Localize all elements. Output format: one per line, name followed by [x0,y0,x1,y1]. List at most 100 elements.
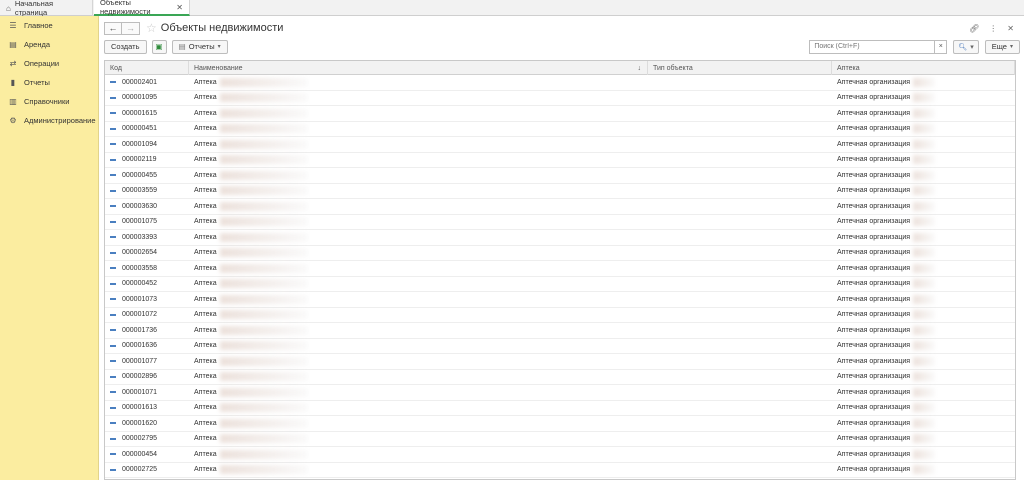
table-row[interactable]: 000000451 Аптека Аптечная организация [105,122,1015,137]
item-marker-icon [110,391,116,394]
cell-type [648,199,832,214]
cell-code: 000002896 [105,370,189,385]
cell-name-text: Аптека [194,187,217,195]
cell-pharmacy: Аптечная организация [832,432,1015,447]
tab-home[interactable]: ⌂ Начальная страница [0,0,93,17]
table-row[interactable]: 000001636 Аптека Аптечная организация [105,339,1015,354]
cell-pharmacy: Аптечная организация [832,339,1015,354]
item-marker-icon [110,329,116,332]
column-header-code[interactable]: Код [105,61,189,75]
table-row[interactable]: 000002795 Аптека Аптечная организация [105,432,1015,447]
cell-name: Аптека [189,199,648,214]
column-header-pharmacy[interactable]: Аптека [832,61,1015,75]
sidebar-item-reports[interactable]: ▮ Отчеты [0,73,98,92]
sidebar-item-main[interactable]: ☰ Главное [0,16,98,35]
cell-type [648,153,832,168]
table-row[interactable]: 000001615 Аптека Аптечная организация [105,106,1015,122]
home-icon: ⌂ [6,3,11,13]
export-button[interactable]: ▣ [151,39,167,54]
create-button[interactable]: Создать [104,39,147,54]
table-body: 000002401 Аптека Аптечная организация 00000… [105,75,1015,478]
search-button[interactable]: 🔍︎ ▾ [953,39,979,54]
close-icon[interactable]: ✕ [1007,24,1014,33]
cell-type [648,137,832,152]
sidebar-item-label: Операции [24,59,60,68]
tab-bar: ⌂ Начальная страница Объекты недвижимост… [0,0,1024,17]
item-marker-icon [110,236,116,239]
forward-button[interactable]: → [122,21,140,35]
table-row[interactable]: 000001075 Аптека Аптечная организация [105,215,1015,230]
close-tab-icon[interactable]: ✕ [176,3,183,12]
cell-pharmacy-text: Аптечная организация [837,450,911,458]
cell-pharmacy: Аптечная организация [832,153,1015,168]
item-marker-icon [110,468,116,471]
cell-name: Аптека [189,323,648,338]
sidebar-item-references[interactable]: ▥ Справочники [0,92,98,111]
cell-code-text: 000002896 [122,373,158,381]
table-row[interactable]: 000001077 Аптека Аптечная организация [105,354,1015,370]
table-row[interactable]: 000003393 Аптека Аптечная организация [105,230,1015,246]
column-header-name[interactable]: Наименование ↓ [189,61,648,75]
tab-real-estate[interactable]: Объекты недвижимости ✕ [94,0,190,16]
sidebar-item-operations[interactable]: ⇄ Операции [0,54,98,73]
table-row[interactable]: 000003630 Аптека Аптечная организация [105,199,1015,215]
cell-code: 000001620 [105,416,189,431]
table-row[interactable]: 000000452 Аптека Аптечная организация [105,277,1015,292]
redacted-text [913,201,936,211]
table-row[interactable]: 000000454 Аптека Аптечная организация [105,447,1015,463]
clear-search-icon[interactable]: × [935,39,948,54]
redacted-text [913,77,936,87]
table-row[interactable]: 000000455 Аптека Аптечная организация [105,168,1015,184]
sidebar-item-rent[interactable]: ▤ Аренда [0,35,98,54]
cell-pharmacy: Аптечная организация [832,168,1015,183]
table-row[interactable]: 000002896 Аптека Аптечная организация [105,370,1015,385]
table-row[interactable]: 000002119 Аптека Аптечная организация [105,153,1015,168]
table-row[interactable]: 000001071 Аптека Аптечная организация [105,385,1015,401]
cell-code: 000001613 [105,401,189,416]
link-icon[interactable]: 🔗︎ [969,24,979,33]
table-header: Код Наименование ↓ Тип объекта Аптека [105,61,1015,75]
table-row[interactable]: 000002654 Аптека Аптечная организация [105,246,1015,261]
redacted-text [219,387,308,397]
redacted-text [913,372,936,382]
reports-button[interactable]: ▤ Отчеты ▾ [171,39,228,54]
cell-pharmacy: Аптечная организация [832,308,1015,323]
cell-type [648,261,832,276]
table-row[interactable]: 000002401 Аптека Аптечная организация [105,75,1015,91]
favorite-star-icon[interactable]: ☆ [146,21,157,35]
cell-code-text: 000001075 [122,218,158,226]
item-marker-icon [110,453,116,456]
redacted-text [219,108,308,118]
cell-name-text: Аптека [194,109,217,117]
table-row[interactable]: 000003558 Аптека Аптечная организация [105,261,1015,277]
cell-code-text: 000001073 [122,295,158,303]
column-header-type[interactable]: Тип объекта [648,61,832,75]
item-marker-icon [110,189,116,192]
cell-name-text: Аптека [194,233,217,241]
more-vertical-icon[interactable]: ⋮ [989,24,997,33]
search-input[interactable] [809,39,936,54]
cell-name-text: Аптека [194,435,217,443]
bar-chart-icon: ▮ [10,78,16,87]
table-row[interactable]: 000001072 Аптека Аптечная организация [105,308,1015,323]
cell-code-text: 000003630 [122,202,158,210]
back-button[interactable]: ← [104,21,122,35]
table-row[interactable]: 000001094 Аптека Аптечная организация [105,137,1015,153]
table-row[interactable]: 000001073 Аптека Аптечная организация [105,292,1015,308]
sidebar-item-admin[interactable]: ⚙ Администрирование [0,111,98,130]
table-row[interactable]: 000001620 Аптека Аптечная организация [105,416,1015,432]
table-row[interactable]: 000001095 Аптека Аптечная организация [105,91,1015,106]
table-row[interactable]: 000003559 Аптека Аптечная организация [105,184,1015,199]
item-marker-icon [110,251,116,254]
cell-name: Аптека [189,416,648,431]
cell-code: 000002119 [105,153,189,168]
cell-name-text: Аптека [194,404,217,412]
table-row[interactable]: 000002725 Аптека Аптечная организация [105,463,1015,478]
cell-name-text: Аптека [194,295,217,303]
table-row[interactable]: 000001736 Аптека Аптечная организация [105,323,1015,339]
table-row[interactable]: 000001613 Аптека Аптечная организация [105,401,1015,416]
more-button[interactable]: Еще ▾ [984,39,1020,54]
data-table: Код Наименование ↓ Тип объекта Аптека 00… [104,60,1016,480]
cell-type [648,447,832,462]
cell-pharmacy: Аптечная организация [832,385,1015,400]
